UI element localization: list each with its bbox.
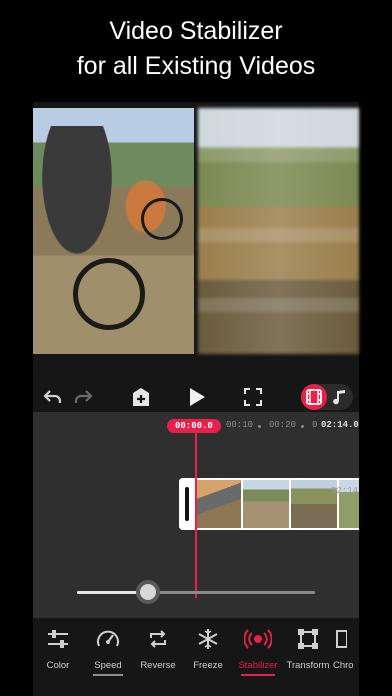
- tool-label: Stabilizer: [238, 660, 278, 671]
- transform-icon: [297, 624, 319, 654]
- ruler-dot: [258, 425, 261, 428]
- play-icon[interactable]: [183, 382, 211, 412]
- playhead[interactable]: [195, 432, 197, 598]
- video-track-icon[interactable]: [301, 384, 327, 410]
- video-preview: [33, 108, 359, 354]
- tool-speed[interactable]: Speed: [83, 620, 133, 696]
- redo-icon[interactable]: [69, 382, 97, 412]
- tool-label: Reverse: [140, 660, 176, 671]
- tool-label: Color: [46, 660, 70, 671]
- tool-underline: [241, 674, 275, 676]
- reverse-icon: [147, 624, 169, 654]
- clip-thumbnail: [243, 480, 289, 528]
- stabilized-preview: [33, 108, 194, 354]
- current-time-badge: 00:00.0: [167, 419, 221, 433]
- editor-toolbar: [33, 382, 359, 412]
- tool-transform[interactable]: Transform: [283, 620, 333, 696]
- app-screen: 00:00.0 00:10 00:20 0 02:14.0 02:14 Colo…: [33, 102, 359, 696]
- headline: Video Stabilizer for all Existing Videos: [0, 14, 392, 84]
- motion-blur: [198, 298, 359, 312]
- clip-duration: 02:14: [331, 486, 359, 496]
- speedometer-icon: [96, 624, 120, 654]
- tool-underline: [293, 674, 323, 676]
- ruler-tick: 00:10: [226, 420, 254, 430]
- trim-handle[interactable]: [179, 478, 195, 530]
- tool-underline: [193, 674, 223, 676]
- total-duration: 02:14.0: [321, 420, 359, 430]
- ruler-dot: [301, 425, 304, 428]
- zoom-slider-knob[interactable]: [136, 580, 161, 604]
- track-toggle[interactable]: [301, 384, 353, 410]
- undo-icon[interactable]: [39, 382, 67, 412]
- tool-reverse[interactable]: Reverse: [133, 620, 183, 696]
- headline-line-1: Video Stabilizer: [109, 17, 283, 45]
- add-clip-icon[interactable]: [127, 382, 155, 412]
- original-preview: [198, 108, 359, 354]
- fullscreen-icon[interactable]: [239, 382, 267, 412]
- ruler-tick: 0: [312, 420, 318, 430]
- bike-wheel-image: [73, 258, 145, 330]
- music-track-icon[interactable]: [327, 384, 353, 410]
- tool-freeze[interactable]: Freeze: [183, 620, 233, 696]
- motion-blur: [198, 228, 359, 242]
- motion-blur: [198, 148, 359, 162]
- tool-label: Speed: [94, 660, 122, 671]
- adjust-sliders-icon: [47, 624, 69, 654]
- zoom-slider[interactable]: [77, 580, 315, 604]
- tool-label: Chro: [333, 660, 354, 671]
- timeline[interactable]: 00:00.0 00:10 00:20 0 02:14.0 02:14: [33, 412, 359, 618]
- tool-label: Transform: [286, 660, 330, 671]
- tool-stabilizer[interactable]: Stabilizer: [233, 620, 283, 696]
- tool-label: Freeze: [193, 660, 223, 671]
- chroma-icon: [333, 624, 347, 654]
- tool-bar: Color Speed Reverse Freeze Stabilizer Tr…: [33, 620, 359, 696]
- clip-thumbnail: [195, 480, 241, 528]
- tool-underline: [93, 674, 123, 676]
- ruler-tick: 00:20: [269, 420, 297, 430]
- snowflake-icon: [197, 624, 219, 654]
- stabilizer-icon: [244, 624, 272, 654]
- tool-color[interactable]: Color: [33, 620, 83, 696]
- tool-underline: [43, 674, 73, 676]
- bike-wheel-image: [141, 198, 183, 240]
- tool-underline: [143, 674, 173, 676]
- headline-line-2: for all Existing Videos: [76, 52, 316, 80]
- tool-chroma[interactable]: Chro: [333, 620, 359, 696]
